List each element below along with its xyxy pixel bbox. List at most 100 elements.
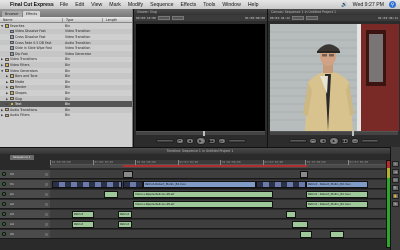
timeline-clip[interactable]: Patriot <box>72 211 94 218</box>
viewer-shuttle[interactable] <box>155 139 174 143</box>
canvas-prev-edit-button[interactable]: ⏮ <box>309 138 317 144</box>
track-visibility-toggle[interactable] <box>2 182 6 186</box>
track-audio-toggle[interactable] <box>2 232 6 236</box>
track-a5: A5 <box>0 230 390 239</box>
timeline-clip[interactable]: Vision+Ripple-Pelican-48.aif <box>133 191 273 198</box>
viewer-play-inout-button[interactable]: ◀ <box>185 138 194 144</box>
viewer-prev-edit-button[interactable]: ⏮ <box>175 138 184 144</box>
lock-icon[interactable] <box>45 212 48 216</box>
browser-row-type: Bin <box>65 62 71 67</box>
timeline-clip-thumbnails[interactable] <box>52 181 122 188</box>
timeline-clip[interactable]: Patriot <box>118 211 132 218</box>
lock-icon[interactable] <box>45 202 48 206</box>
canvas-view-dropdown[interactable] <box>305 16 318 20</box>
menu-edit[interactable]: Edit <box>75 2 84 8</box>
hand-tool-icon[interactable]: ✋ <box>392 193 399 199</box>
track-visibility-toggle[interactable] <box>2 172 6 176</box>
canvas-play-inout-button[interactable]: ◀ <box>319 138 327 144</box>
menu-tools[interactable]: Tools <box>203 2 215 8</box>
selection-tool-icon[interactable]: ↖ <box>392 161 399 167</box>
browser-row[interactable]: ▶ Audio Filters Bin <box>0 113 132 119</box>
timeline-clip[interactable]: Patriot - Robert_Mullin_84.mov <box>306 191 368 198</box>
column-type[interactable]: Type <box>62 17 102 22</box>
menu-help[interactable]: Help <box>248 2 259 8</box>
track-audio-toggle[interactable] <box>2 192 6 196</box>
timeline-clip[interactable] <box>330 231 344 238</box>
timeline-clip[interactable]: Patriot-Robert_Mullin_84.mov <box>143 181 256 188</box>
browser-row-name: ▶ Slug <box>0 97 62 101</box>
menu-effects[interactable]: Effects <box>180 2 196 8</box>
timeline-clip[interactable] <box>286 211 296 218</box>
browser-row-type: Video Transition <box>65 46 91 51</box>
viewer-view-dropdown[interactable] <box>171 16 184 20</box>
timeline-clip[interactable] <box>300 231 312 238</box>
timeline-clip[interactable] <box>104 191 118 198</box>
browser-row-type: Bin <box>65 90 71 95</box>
track-audio-toggle[interactable] <box>2 222 6 226</box>
viewer-screen[interactable] <box>136 24 265 131</box>
viewer-jog[interactable] <box>227 139 246 143</box>
timeline-clip-thumbnails[interactable] <box>256 181 306 188</box>
timeline-clip[interactable] <box>123 171 133 178</box>
column-length[interactable]: Length <box>102 17 132 22</box>
timeline-clip[interactable]: Patriot <box>72 221 94 228</box>
timeline-clip[interactable]: Patriot - Robert_Mullin_84.mov <box>306 201 368 208</box>
menu-file[interactable]: File <box>60 2 68 8</box>
bin-folder-icon <box>10 79 14 84</box>
browser-row-type: Bin <box>65 113 71 118</box>
timeline-clip[interactable]: Patriot <box>118 221 132 228</box>
column-name[interactable]: Name <box>0 18 62 22</box>
lock-icon[interactable] <box>45 182 48 186</box>
browser-row-label: Slug <box>15 96 22 101</box>
menu-view[interactable]: View <box>91 2 102 8</box>
timeline-clip[interactable]: Vision+Ripple-Pelican-48.aif <box>133 201 273 208</box>
tab-effects[interactable]: Effects <box>22 11 41 17</box>
timeline-clip-thumbnails[interactable] <box>123 181 143 188</box>
canvas-duration[interactable]: 00:02:44:12 <box>270 16 290 20</box>
menu-modify[interactable]: Modify <box>128 2 143 8</box>
browser-row-name: ▶ Text <box>0 102 62 106</box>
app-menu[interactable]: Final Cut Express <box>10 2 54 8</box>
track-audio-toggle[interactable] <box>2 212 6 216</box>
lock-icon[interactable] <box>45 222 48 226</box>
menu-mark[interactable]: Mark <box>109 2 121 8</box>
lock-icon[interactable] <box>45 192 48 196</box>
track-header: A3 <box>0 210 50 218</box>
browser-row-name: ▶ Shapes <box>0 91 62 95</box>
canvas-play-around-button[interactable]: ▶▶ <box>341 138 349 144</box>
viewer-play-around-button[interactable]: ▶▶ <box>207 138 216 144</box>
canvas-window: Canvas: Sequence 1 in Untitled Project 1… <box>267 9 400 147</box>
canvas-jog[interactable] <box>361 139 379 143</box>
viewer-play-button[interactable]: ▶ <box>195 137 206 145</box>
timeline-clip[interactable] <box>292 221 308 228</box>
ripple-tool-icon[interactable]: ⇥ <box>392 169 399 175</box>
canvas-video-frame[interactable] <box>270 24 399 131</box>
track-header: V1 <box>0 180 50 188</box>
lock-icon[interactable] <box>45 232 48 236</box>
zoom-tool-icon[interactable]: 🔍 <box>392 185 399 191</box>
viewer-next-edit-button[interactable]: ⏭ <box>217 138 226 144</box>
tab-browser[interactable]: Browser <box>2 11 22 17</box>
browser-row-label: Dip Fast <box>15 51 28 56</box>
viewer-zoom-dropdown[interactable] <box>157 16 170 20</box>
canvas-play-button[interactable]: ▶ <box>329 137 339 145</box>
track-audio-toggle[interactable] <box>2 202 6 206</box>
canvas-shuttle[interactable] <box>289 139 307 143</box>
clock[interactable]: Wed 9:27 PM <box>353 2 384 8</box>
menu-window[interactable]: Window <box>222 2 240 8</box>
viewer-timecode[interactable]: 01:00:00:00 <box>245 16 265 20</box>
canvas-timecode[interactable]: 01:02:46:11 <box>378 16 398 20</box>
timeline-clip[interactable] <box>300 171 308 178</box>
canvas-next-edit-button[interactable]: ⏭ <box>351 138 359 144</box>
sequence-tab[interactable]: Sequence 1 <box>10 155 34 160</box>
viewer-duration[interactable]: 00:00:10:00 <box>136 16 156 20</box>
lock-icon[interactable] <box>45 172 48 176</box>
volume-icon[interactable]: 🔊 <box>341 2 347 8</box>
timeline-clip[interactable]: Patriot - Robert_Mullin_84.mov <box>306 181 368 188</box>
canvas-zoom-dropdown[interactable] <box>291 16 304 20</box>
browser-row-label: Audio Filters <box>10 113 30 118</box>
spotlight-icon[interactable]: ⚲ <box>389 1 396 8</box>
razor-tool-icon[interactable]: ✂ <box>392 177 399 183</box>
pen-tool-icon[interactable]: ✎ <box>392 201 399 207</box>
menu-sequence[interactable]: Sequence <box>150 2 173 8</box>
